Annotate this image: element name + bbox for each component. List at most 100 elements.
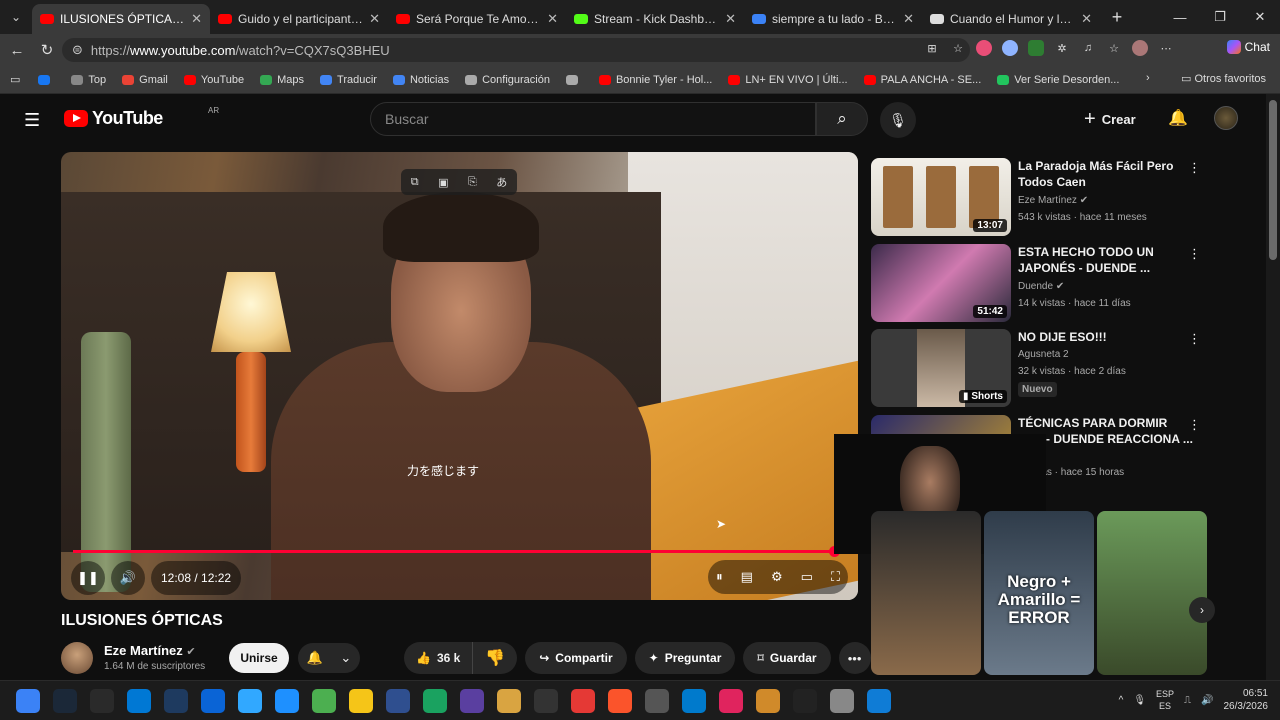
close-tab-icon[interactable]: ✕ [725,11,736,27]
shorts-next-button[interactable]: › [1189,597,1215,623]
taskbar-app-icon[interactable] [793,689,817,713]
theater-mode-icon[interactable]: ▭ [801,569,813,585]
extension-badge-icon[interactable] [1028,40,1044,56]
join-button[interactable]: Unirse [229,643,289,673]
start-menu-icon[interactable] [16,689,40,713]
video-player[interactable]: 力を感じます ⧉ ▣ ⎘ あ ❚❚ 🔊 12:08 / 12:22 ⏸ ▤ ⚙ … [61,152,858,600]
capture-icon[interactable]: ▣ [438,176,448,189]
taskbar-app-icon[interactable] [682,689,706,713]
scrollbar-thumb[interactable] [1269,100,1277,260]
taskbar-app-icon[interactable] [127,689,151,713]
bookmark-item[interactable]: Configuración [457,74,558,86]
save-button[interactable]: ⌑ Guardar [743,642,831,674]
bookmark-item[interactable]: Gmail [114,74,176,86]
search-input[interactable]: Buscar [370,102,816,136]
network-icon[interactable]: ⎍ [1184,695,1191,706]
account-avatar[interactable] [1214,106,1238,130]
taskbar-app-icon[interactable] [275,689,299,713]
bookmarks-overflow-icon[interactable]: › [1146,72,1150,84]
taskbar-app-icon[interactable] [830,689,854,713]
subscription-bell-button[interactable]: 🔔 ⌄ [298,643,360,673]
more-options-icon[interactable]: ⋮ [1188,417,1201,433]
channel-avatar[interactable] [61,642,93,674]
recommendation-item[interactable]: 13:07 La Paradoja Más Fácil Pero Todos C… [871,158,1201,238]
bookmark-item[interactable] [30,74,63,86]
tray-chevron-icon[interactable]: ^ [1119,695,1124,706]
taskbar-app-icon[interactable] [571,689,595,713]
volume-button[interactable]: 🔊 [111,561,145,595]
taskbar-app-icon[interactable] [201,689,225,713]
recommendation-item[interactable]: ▮ Shorts NO DIJE ESO!!! Agusneta 2 32 k … [871,329,1201,409]
taskbar-app-icon[interactable] [497,689,521,713]
more-menu-icon[interactable]: ⋯ [1158,40,1174,56]
tab-list-button[interactable]: ⌄ [0,0,32,34]
taskbar-app-icon[interactable] [645,689,669,713]
pause-button[interactable]: ❚❚ [71,561,105,595]
bookmark-item[interactable]: Ver Serie Desorden... [989,74,1127,86]
taskbar-app-icon[interactable] [534,689,558,713]
bookmark-item[interactable]: YouTube [176,74,252,86]
browser-tab[interactable]: Stream - Kick Dashboard ✕ [566,4,744,34]
more-actions-button[interactable]: ••• [838,642,871,674]
extension-globe-icon[interactable] [1002,40,1018,56]
more-options-icon[interactable]: ⋮ [1188,331,1201,347]
extensions-puzzle-icon[interactable]: ✲ [1054,40,1070,56]
browser-tab[interactable]: ILUSIONES ÓPTICAS - YouTube ✕ [32,4,210,34]
progress-bar[interactable] [73,546,846,557]
taskbar-app-icon[interactable] [719,689,743,713]
channel-name[interactable]: Eze Martínez ✔ [104,643,196,658]
taskbar-app-icon[interactable] [164,689,188,713]
maximize-button[interactable]: ❐ [1200,0,1240,34]
notifications-bell-icon[interactable]: 🔔 [1168,108,1188,128]
short-item[interactable]: Negro + Amarillo = ERROR [984,511,1094,675]
close-window-button[interactable]: ✕ [1240,0,1280,34]
close-tab-icon[interactable]: ✕ [903,11,914,27]
bookmark-item[interactable] [558,74,591,86]
profile-avatar-icon[interactable] [1132,40,1148,56]
favorites-icon[interactable]: ☆ [1106,40,1122,56]
share-button[interactable]: ↪ Compartir [525,642,627,674]
taskbar-app-icon[interactable] [349,689,373,713]
taskbar-app-icon[interactable] [756,689,780,713]
taskbar-app-icon[interactable] [90,689,114,713]
ask-button[interactable]: ✦ Preguntar [634,642,736,674]
bookmark-item[interactable]: LN+ EN VIVO | Últi... [720,74,855,86]
apps-icon[interactable]: ⊞ [924,40,940,56]
voice-search-button[interactable]: 🎙 [880,102,916,138]
taskbar-app-icon[interactable] [238,689,262,713]
taskbar-app-icon[interactable] [867,689,891,713]
back-button[interactable]: ← [2,42,32,59]
favorite-star-icon[interactable]: ☆ [950,40,966,56]
new-tab-button[interactable]: + [1100,7,1134,28]
speaker-icon[interactable]: 🔊 [1201,695,1213,706]
recommendation-item[interactable]: 51:42 ESTA HECHO TODO UN JAPONÉS - DUEND… [871,244,1201,324]
pip-icon[interactable]: ⧉ [411,176,419,189]
other-favorites[interactable]: ▭ Otros favoritos [1181,72,1266,85]
bookmark-item[interactable]: Maps [252,74,312,86]
taskbar-app-icon[interactable] [386,689,410,713]
taskbar-app-icon[interactable] [460,689,484,713]
bookmark-item[interactable]: Traducir [312,74,385,86]
dislike-button[interactable]: 👎 [472,642,517,674]
minimize-button[interactable]: — [1160,0,1200,34]
close-tab-icon[interactable]: ✕ [191,11,202,27]
taskbar-app-icon[interactable] [53,689,77,713]
more-options-icon[interactable]: ⋮ [1188,160,1201,176]
reading-list-icon[interactable]: ▭ [10,73,20,86]
media-control-icon[interactable]: ♫ [1080,40,1096,56]
settings-gear-icon[interactable]: ⚙ [771,569,783,585]
bookmark-item[interactable]: Noticias [385,74,457,86]
close-tab-icon[interactable]: ✕ [1081,11,1092,27]
copilot-chat-button[interactable]: Chat [1226,40,1270,54]
youtube-logo[interactable]: YouTube AR [64,106,219,129]
bookmark-item[interactable]: Top [63,74,114,86]
clock[interactable]: 06:51 26/3/2026 [1224,687,1269,713]
bookmark-item[interactable]: Bonnie Tyler - Hol... [591,74,720,86]
bookmark-item[interactable]: PALA ANCHA - SE... [856,74,990,86]
microphone-tray-icon[interactable]: 🎙 [1133,695,1146,706]
taskbar-app-icon[interactable] [423,689,447,713]
site-info-icon[interactable]: ⊜ [72,42,83,58]
subtitles-icon[interactable]: ▤ [741,569,753,585]
copy-text-icon[interactable]: ⎘ [468,176,477,189]
short-item[interactable] [871,511,981,675]
